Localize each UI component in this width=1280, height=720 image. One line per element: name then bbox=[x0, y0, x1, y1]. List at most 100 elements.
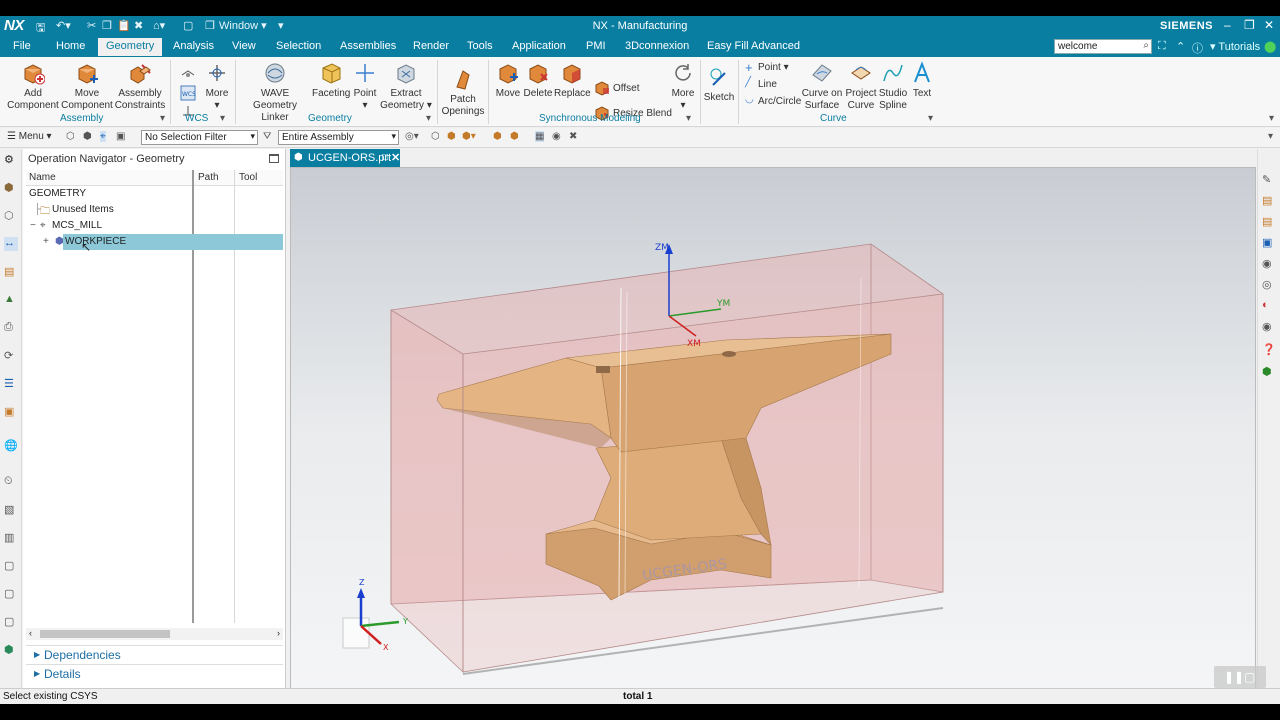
sync-more-button[interactable]: More ▾ bbox=[668, 61, 698, 112]
tab-file[interactable]: File bbox=[13, 40, 31, 52]
scroll-right-icon[interactable]: › bbox=[277, 628, 280, 638]
add-component-button[interactable]: Add Component bbox=[6, 61, 60, 112]
hd3d-tools-icon[interactable]: ⬢ bbox=[4, 643, 18, 657]
process-studio-icon[interactable]: ▥ bbox=[4, 531, 18, 545]
tab-easy-fill-advanced[interactable]: Easy Fill Advanced bbox=[707, 40, 800, 52]
part-navigator-icon[interactable]: ⬢ bbox=[4, 181, 18, 195]
constraint-navigator-icon[interactable]: ☰ bbox=[4, 377, 18, 391]
reuse-library-icon[interactable]: ⎙ bbox=[4, 321, 18, 335]
tutorials-button[interactable]: ▾ Tutorials bbox=[1210, 40, 1260, 53]
restore-button[interactable]: ❐ bbox=[1244, 18, 1255, 32]
tab-application[interactable]: Application bbox=[512, 40, 566, 52]
hide-icon[interactable]: ◎ bbox=[1262, 278, 1276, 292]
tab-pmi[interactable]: PMI bbox=[586, 40, 606, 52]
select-face-icon[interactable]: ▣ bbox=[116, 131, 125, 142]
line-button[interactable]: Line bbox=[758, 79, 777, 90]
column-tool[interactable]: Tool bbox=[239, 172, 257, 183]
tree-row-mcs-mill[interactable]: − ⌖ MCS_MILL bbox=[26, 218, 283, 234]
tab-analysis[interactable]: Analysis bbox=[173, 40, 214, 52]
arc-circle-button[interactable]: Arc/Circle bbox=[758, 96, 801, 107]
menu-button[interactable]: ☰ Menu ▾ bbox=[7, 131, 52, 142]
settings-gear-icon[interactable]: ⚙ bbox=[4, 153, 18, 167]
minimize-button[interactable]: – bbox=[1224, 18, 1231, 32]
tree-row-unused-items[interactable]: ├ 🗀 Unused Items bbox=[26, 202, 283, 218]
tab-view[interactable]: View bbox=[232, 40, 256, 52]
roles-icon[interactable]: ▣ bbox=[4, 405, 18, 419]
collapse-icon[interactable]: − bbox=[30, 220, 36, 231]
sync-group-menu-icon[interactable]: ▾ bbox=[686, 113, 691, 124]
tree-row-geometry[interactable]: GEOMETRY bbox=[26, 186, 283, 202]
assembly-constraints-button[interactable]: Assembly Constraints bbox=[114, 61, 166, 112]
tab-geometry[interactable]: Geometry bbox=[98, 38, 163, 56]
machine-tool-navigator-icon[interactable]: ▤ bbox=[4, 265, 18, 279]
column-name[interactable]: Name bbox=[29, 172, 56, 183]
move-to-layer-icon[interactable]: ▤ bbox=[1262, 215, 1276, 229]
toolbar-options-icon[interactable]: ▾ bbox=[1268, 131, 1273, 142]
show-hide-icon[interactable]: ▦ bbox=[535, 131, 545, 142]
feature-navigator-icon[interactable]: ▲ bbox=[4, 293, 18, 307]
clock-history-icon[interactable]: ⏲ bbox=[4, 475, 18, 489]
tab-home[interactable]: Home bbox=[56, 40, 85, 52]
selection-scope-dropdown[interactable]: Entire Assembly ▾ bbox=[278, 130, 399, 145]
help-circle-icon[interactable]: ❓ bbox=[1262, 343, 1276, 357]
extract-geometry-button[interactable]: Extract Geometry ▾ bbox=[380, 61, 432, 112]
history-icon[interactable]: ⟳ bbox=[4, 349, 18, 363]
select-body-icon[interactable]: ⬢ bbox=[83, 131, 92, 142]
drafting-icon[interactable]: ▢ bbox=[4, 615, 18, 629]
select-feature-icon[interactable]: ⬡ bbox=[66, 131, 75, 142]
curve-point-button[interactable]: Point ▾ bbox=[758, 62, 789, 73]
offset-button[interactable]: Offset bbox=[613, 83, 640, 94]
maximize-panel-icon[interactable] bbox=[269, 154, 279, 163]
geometry-group-menu-icon[interactable]: ▾ bbox=[426, 113, 431, 124]
tab-tools[interactable]: Tools bbox=[467, 40, 493, 52]
model-view[interactable]: UCGEN-ORS ZM YM XM Z Y X bbox=[291, 168, 1256, 689]
expand-icon[interactable]: + bbox=[43, 236, 49, 247]
scroll-thumb[interactable] bbox=[40, 630, 170, 638]
layer-settings-icon[interactable]: ▤ bbox=[1262, 194, 1276, 208]
tab-assemblies[interactable]: Assemblies bbox=[340, 40, 396, 52]
project-curve-button[interactable]: Project Curve bbox=[842, 61, 880, 112]
snap-end-icon[interactable]: ⬡ bbox=[431, 131, 440, 142]
wcs-more-button[interactable]: More ▾ bbox=[202, 61, 232, 112]
sync-move-button[interactable]: Move bbox=[492, 61, 524, 100]
fullscreen-overlay-icon[interactable]: ▢ bbox=[1244, 670, 1255, 684]
graphics-window[interactable]: UCGEN-ORS ZM YM XM Z Y X bbox=[290, 167, 1256, 689]
tab-render[interactable]: Render bbox=[413, 40, 449, 52]
manufacturing-wizard-icon[interactable]: ▢ bbox=[4, 559, 18, 573]
sketch-button[interactable]: Sketch bbox=[703, 61, 735, 104]
selection-filter-dropdown[interactable]: No Selection Filter ▾ bbox=[141, 130, 258, 145]
dependencies-panel-header[interactable]: ▶ Dependencies bbox=[26, 645, 283, 663]
point-button[interactable]: Point ▾ bbox=[350, 61, 380, 112]
tree-row-workpiece[interactable]: + ⬢ WORKPIECE ↖ bbox=[43, 234, 283, 254]
add-object-icon[interactable]: ⬢ bbox=[1262, 365, 1276, 379]
file-tab[interactable]: ⬢ UCGEN-ORS.prt □ ✕ bbox=[290, 149, 400, 167]
edit-display-icon[interactable]: ✎ bbox=[1262, 173, 1276, 187]
x-filter-icon[interactable]: ✖ bbox=[569, 131, 577, 142]
command-finder-input[interactable]: welcome ⌕ bbox=[1054, 39, 1152, 54]
column-path[interactable]: Path bbox=[198, 172, 219, 183]
select-csys-icon[interactable]: ⌖ bbox=[100, 131, 106, 142]
wcs-dynamics-icon[interactable] bbox=[180, 65, 196, 81]
snap-point-icon[interactable]: ◎▾ bbox=[405, 131, 419, 142]
close-button[interactable]: ✕ bbox=[1264, 18, 1274, 32]
invert-shown-icon[interactable]: ◐ bbox=[1262, 299, 1276, 313]
faceting-button[interactable]: Faceting bbox=[312, 61, 350, 100]
sync-replace-button[interactable]: Replace bbox=[554, 61, 591, 100]
snap-center-icon[interactable]: ⬢▾ bbox=[462, 131, 476, 142]
move-component-button[interactable]: Move Component bbox=[60, 61, 114, 112]
curve-on-surface-button[interactable]: Curve on Surface bbox=[800, 61, 844, 112]
collapse-ribbon-icon[interactable]: ⌃ bbox=[1176, 40, 1185, 53]
scroll-left-icon[interactable]: ‹ bbox=[29, 628, 32, 638]
horizontal-scrollbar[interactable]: ‹ › bbox=[26, 628, 283, 640]
help-icon[interactable]: ⓘ bbox=[1192, 40, 1203, 56]
assembly-navigator-icon[interactable]: ⬡ bbox=[4, 209, 18, 223]
show-hide-right-icon[interactable]: ◉ bbox=[1262, 257, 1276, 271]
show-all-icon[interactable]: ◉ bbox=[1262, 320, 1276, 334]
system-materials-icon[interactable]: ▧ bbox=[4, 503, 18, 517]
pause-icon[interactable]: ❚❚ bbox=[1224, 670, 1244, 684]
snap-mid-icon[interactable]: ⬢ bbox=[447, 131, 456, 142]
object-display-icon[interactable]: ▣ bbox=[1262, 236, 1276, 250]
curve-group-menu-icon[interactable]: ▾ bbox=[928, 113, 933, 124]
wave-geometry-linker-button[interactable]: WAVE Geometry Linker bbox=[238, 61, 312, 124]
snap-face-icon[interactable]: ⬢ bbox=[493, 131, 502, 142]
